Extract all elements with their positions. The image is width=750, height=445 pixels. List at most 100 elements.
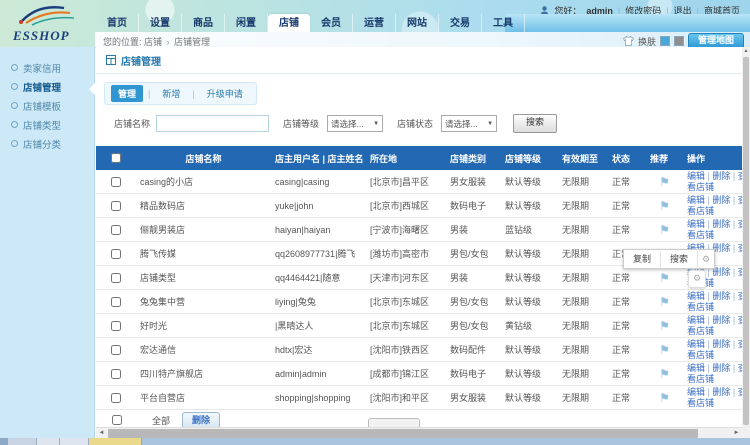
skin-swatch-gray[interactable] bbox=[674, 36, 684, 46]
category-cell: 男装 bbox=[446, 266, 501, 290]
sidebar-item-4[interactable]: 店铺分类 bbox=[0, 136, 94, 155]
owner-cell: shopping|shopping bbox=[271, 386, 366, 410]
table-row: 宏达通信hdtx|宏达[沈阳市]铁西区数码配件默认等级无限期正常⚑编辑 | 删除… bbox=[96, 338, 742, 362]
category-cell: 男包/女包 bbox=[446, 290, 501, 314]
action-link-1[interactable]: 删除 bbox=[712, 219, 730, 229]
select-all-checkbox[interactable] bbox=[112, 415, 122, 425]
action-link-0[interactable]: 编辑 bbox=[687, 291, 705, 301]
nav-tab-8[interactable]: 交易 bbox=[439, 14, 482, 32]
tab-1[interactable]: 新增 bbox=[155, 85, 187, 102]
row-checkbox[interactable] bbox=[111, 321, 121, 331]
vertical-scroll-thumb[interactable] bbox=[743, 57, 749, 425]
nav-tab-5[interactable]: 会员 bbox=[310, 14, 353, 32]
breadcrumb-item-0[interactable]: 店铺 bbox=[144, 37, 165, 47]
row-checkbox[interactable] bbox=[111, 345, 121, 355]
row-checkbox[interactable] bbox=[111, 273, 121, 283]
action-separator: | bbox=[730, 363, 737, 373]
nav-tab-6[interactable]: 运营 bbox=[353, 14, 396, 32]
row-checkbox-cell bbox=[96, 170, 136, 194]
nav-tab-2[interactable]: 商品 bbox=[182, 14, 225, 32]
sidebar-item-3[interactable]: 店铺类型 bbox=[0, 117, 94, 136]
action-link-0[interactable]: 编辑 bbox=[687, 171, 705, 181]
action-link-1[interactable]: 删除 bbox=[712, 315, 730, 325]
recommend-flag-icon[interactable]: ⚑ bbox=[659, 391, 670, 405]
popup-gear-icon[interactable]: ⚙ bbox=[698, 254, 714, 265]
action-link-0[interactable]: 编辑 bbox=[687, 195, 705, 205]
bullet-icon bbox=[11, 102, 18, 109]
action-separator: | bbox=[730, 339, 737, 349]
recommend-flag-icon[interactable]: ⚑ bbox=[659, 367, 670, 381]
header-checkbox[interactable] bbox=[111, 153, 121, 163]
row-checkbox[interactable] bbox=[111, 393, 121, 403]
action-separator: | bbox=[730, 195, 737, 205]
tabs-row: 管理|新增|升级申请 bbox=[104, 82, 257, 105]
action-link-0[interactable]: 编辑 bbox=[687, 363, 705, 373]
floating-gear-icon[interactable]: ⚙ bbox=[688, 270, 706, 288]
bulk-delete-button[interactable]: 删除 bbox=[182, 412, 220, 429]
shop-grade-select[interactable]: 请选择... ▼ bbox=[327, 115, 383, 132]
action-link-1[interactable]: 删除 bbox=[712, 363, 730, 373]
search-button[interactable]: 搜索 bbox=[513, 114, 557, 133]
row-checkbox[interactable] bbox=[111, 177, 121, 187]
action-link-1[interactable]: 删除 bbox=[712, 243, 730, 253]
row-checkbox[interactable] bbox=[111, 297, 121, 307]
action-link-0[interactable]: 编辑 bbox=[687, 219, 705, 229]
horizontal-scrollbar[interactable]: ◄ ► bbox=[96, 427, 742, 438]
logo-swoosh-icon bbox=[16, 2, 78, 28]
scroll-up-arrow-icon[interactable]: ▲ bbox=[742, 47, 750, 56]
breadcrumb-prefix: 您的位置: bbox=[103, 37, 142, 47]
action-link-1[interactable]: 删除 bbox=[712, 291, 730, 301]
table-row: 精品数码店yuke|john[北京市]西城区数码电子默认等级无限期正常⚑编辑 |… bbox=[96, 194, 742, 218]
row-checkbox[interactable] bbox=[111, 369, 121, 379]
horizontal-scroll-thumb[interactable] bbox=[108, 429, 698, 438]
action-link-0[interactable]: 编辑 bbox=[687, 387, 705, 397]
recommend-flag-icon[interactable]: ⚑ bbox=[659, 319, 670, 333]
action-link-1[interactable]: 删除 bbox=[712, 387, 730, 397]
action-link-1[interactable]: 删除 bbox=[712, 195, 730, 205]
action-link-0[interactable]: 编辑 bbox=[687, 339, 705, 349]
scroll-left-arrow-icon[interactable]: ◄ bbox=[96, 428, 107, 438]
nav-tab-0[interactable]: 首页 bbox=[96, 14, 139, 32]
nav-tab-7[interactable]: 网站 bbox=[396, 14, 439, 32]
shop-status-select-value: 请选择... bbox=[445, 118, 478, 130]
row-checkbox-cell bbox=[96, 218, 136, 242]
recommend-flag-icon[interactable]: ⚑ bbox=[659, 271, 670, 285]
scroll-right-arrow-icon[interactable]: ► bbox=[731, 428, 742, 438]
action-link-1[interactable]: 删除 bbox=[712, 339, 730, 349]
shop-name-input[interactable] bbox=[156, 115, 269, 132]
popup-search-button[interactable]: 搜索 bbox=[661, 251, 698, 267]
nav-tab-9[interactable]: 工具 bbox=[482, 14, 525, 32]
chevron-down-icon: ▼ bbox=[373, 121, 379, 127]
nav-tab-3[interactable]: 闲置 bbox=[225, 14, 268, 32]
action-link-1[interactable]: 删除 bbox=[712, 267, 730, 277]
sidebar-item-1[interactable]: 店铺管理 bbox=[0, 79, 94, 98]
shop-name-cell: 好时光 bbox=[136, 314, 271, 338]
sidebar-item-label: 店铺分类 bbox=[23, 140, 61, 151]
row-checkbox[interactable] bbox=[111, 225, 121, 235]
sidebar-item-0[interactable]: 卖家信用 bbox=[0, 60, 94, 79]
action-link-1[interactable]: 删除 bbox=[712, 171, 730, 181]
tab-2[interactable]: 升级申请 bbox=[200, 85, 250, 102]
row-checkbox[interactable] bbox=[111, 201, 121, 211]
row-checkbox[interactable] bbox=[111, 249, 121, 259]
shirt-icon bbox=[623, 36, 634, 46]
shop-status-select[interactable]: 请选择... ▼ bbox=[441, 115, 497, 132]
breadcrumb-item-1[interactable]: 店铺管理 bbox=[172, 37, 211, 47]
recommend-flag-icon[interactable]: ⚑ bbox=[659, 343, 670, 357]
popup-copy-button[interactable]: 复制 bbox=[624, 251, 661, 267]
esshop-logo[interactable]: ESSHOP bbox=[0, 0, 95, 47]
breadcrumb-separator: › bbox=[165, 37, 172, 47]
vertical-scrollbar[interactable]: ▲ bbox=[742, 47, 750, 438]
recommend-flag-icon[interactable]: ⚑ bbox=[659, 223, 670, 237]
recommend-flag-icon[interactable]: ⚑ bbox=[659, 199, 670, 213]
taskbar-segment bbox=[0, 438, 8, 445]
nav-tab-1[interactable]: 设置 bbox=[139, 14, 182, 32]
recommend-flag-icon[interactable]: ⚑ bbox=[659, 295, 670, 309]
skin-swatch-blue[interactable] bbox=[660, 36, 670, 46]
action-link-0[interactable]: 编辑 bbox=[687, 315, 705, 325]
recommend-flag-icon[interactable]: ⚑ bbox=[659, 175, 670, 189]
tab-separator: | bbox=[148, 89, 150, 99]
tab-0[interactable]: 管理 bbox=[111, 85, 143, 102]
nav-tab-4[interactable]: 店铺 bbox=[268, 14, 310, 32]
sidebar-item-2[interactable]: 店铺模板 bbox=[0, 98, 94, 117]
